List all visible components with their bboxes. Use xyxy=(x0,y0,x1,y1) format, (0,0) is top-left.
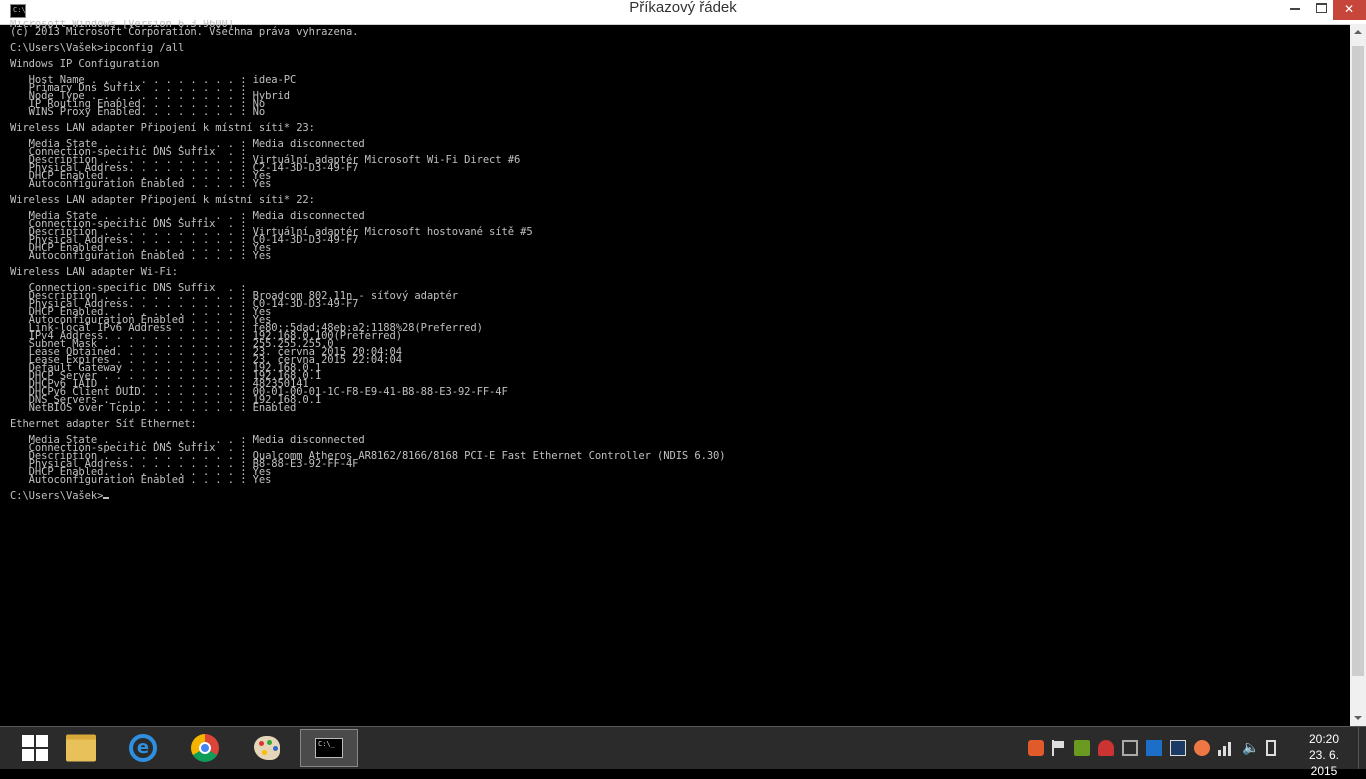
scroll-up-button[interactable] xyxy=(1350,24,1366,40)
paint-icon xyxy=(254,736,280,760)
system-tray: 🔈 xyxy=(1024,737,1294,759)
text-cursor xyxy=(103,497,110,499)
chrome-icon xyxy=(191,734,219,762)
maximize-button[interactable] xyxy=(1308,0,1334,20)
console-prompt-line[interactable]: C:\Users\Vašek> xyxy=(10,490,1350,502)
console-line: Wireless LAN adapter Wi-Fi: xyxy=(10,266,178,278)
taskbar-command-prompt[interactable]: C:\_ xyxy=(300,729,358,767)
monitor-icon[interactable] xyxy=(1122,740,1138,756)
taskbar: e C:\_ 🔈 20:20 23. 6. 2015 xyxy=(0,726,1366,778)
clock-time: 20:20 xyxy=(1308,732,1340,746)
volume-icon[interactable]: 🔈 xyxy=(1242,740,1259,756)
console-line: Windows IP Configuration xyxy=(10,58,160,70)
clock-date: 23. 6. 2015 xyxy=(1308,748,1340,778)
clock[interactable]: 20:20 23. 6. 2015 xyxy=(1294,731,1354,779)
taskbar-paint[interactable] xyxy=(238,729,296,767)
console-text: Microsoft Windows [Version 6.3.9600] (c)… xyxy=(10,20,1350,492)
signal-icon[interactable] xyxy=(1218,740,1234,756)
console-line: Wireless LAN adapter Připojení k místní … xyxy=(10,194,315,206)
battery-icon[interactable] xyxy=(1266,740,1276,756)
console-line: NetBIOS over Tcpip. . . . . . . . : Enab… xyxy=(10,402,297,414)
scroll-down-button[interactable] xyxy=(1350,710,1366,726)
nvidia-icon[interactable] xyxy=(1074,740,1090,756)
console-line: Autoconfiguration Enabled . . . . : Yes xyxy=(10,250,272,262)
console-line: Autoconfiguration Enabled . . . . : Yes xyxy=(10,178,272,190)
show-desktop-button[interactable] xyxy=(1358,727,1366,769)
windows-logo-icon xyxy=(22,735,48,761)
console-line: WINS Proxy Enabled. . . . . . . . : No xyxy=(10,106,266,118)
network-adapter-icon[interactable] xyxy=(1098,740,1114,756)
folder-icon xyxy=(66,734,96,762)
antivirus-icon[interactable] xyxy=(1028,740,1044,756)
console-output[interactable]: Microsoft Windows [Version 6.3.9600] (c)… xyxy=(10,20,1350,726)
taskbar-internet-explorer[interactable]: e xyxy=(114,729,172,767)
window-title: Příkazový řádek xyxy=(629,0,737,16)
vertical-scrollbar[interactable] xyxy=(1350,24,1366,726)
console-line: (c) 2013 Microsoft Corporation. Všechna … xyxy=(10,26,359,38)
console-line: Ethernet adapter Síť Ethernet: xyxy=(10,418,197,430)
app-icon[interactable] xyxy=(1146,740,1162,756)
console-line: Autoconfiguration Enabled . . . . : Yes xyxy=(10,474,272,486)
taskbar-file-explorer[interactable] xyxy=(52,729,110,767)
minimize-button[interactable] xyxy=(1282,0,1308,20)
ie-icon: e xyxy=(129,734,157,762)
console-line: Wireless LAN adapter Připojení k místní … xyxy=(10,122,315,134)
app-icon[interactable] xyxy=(1194,740,1210,756)
cmd-icon: C:\_ xyxy=(315,738,343,758)
console-prompt: C:\Users\Vašek> xyxy=(10,490,104,502)
app-icon[interactable] xyxy=(1170,740,1186,756)
taskbar-chrome[interactable] xyxy=(176,729,234,767)
scroll-thumb[interactable] xyxy=(1352,46,1364,676)
close-button[interactable] xyxy=(1333,0,1366,20)
flag-icon[interactable] xyxy=(1052,740,1070,756)
console-line: C:\Users\Vašek>ipconfig /all xyxy=(10,42,185,54)
